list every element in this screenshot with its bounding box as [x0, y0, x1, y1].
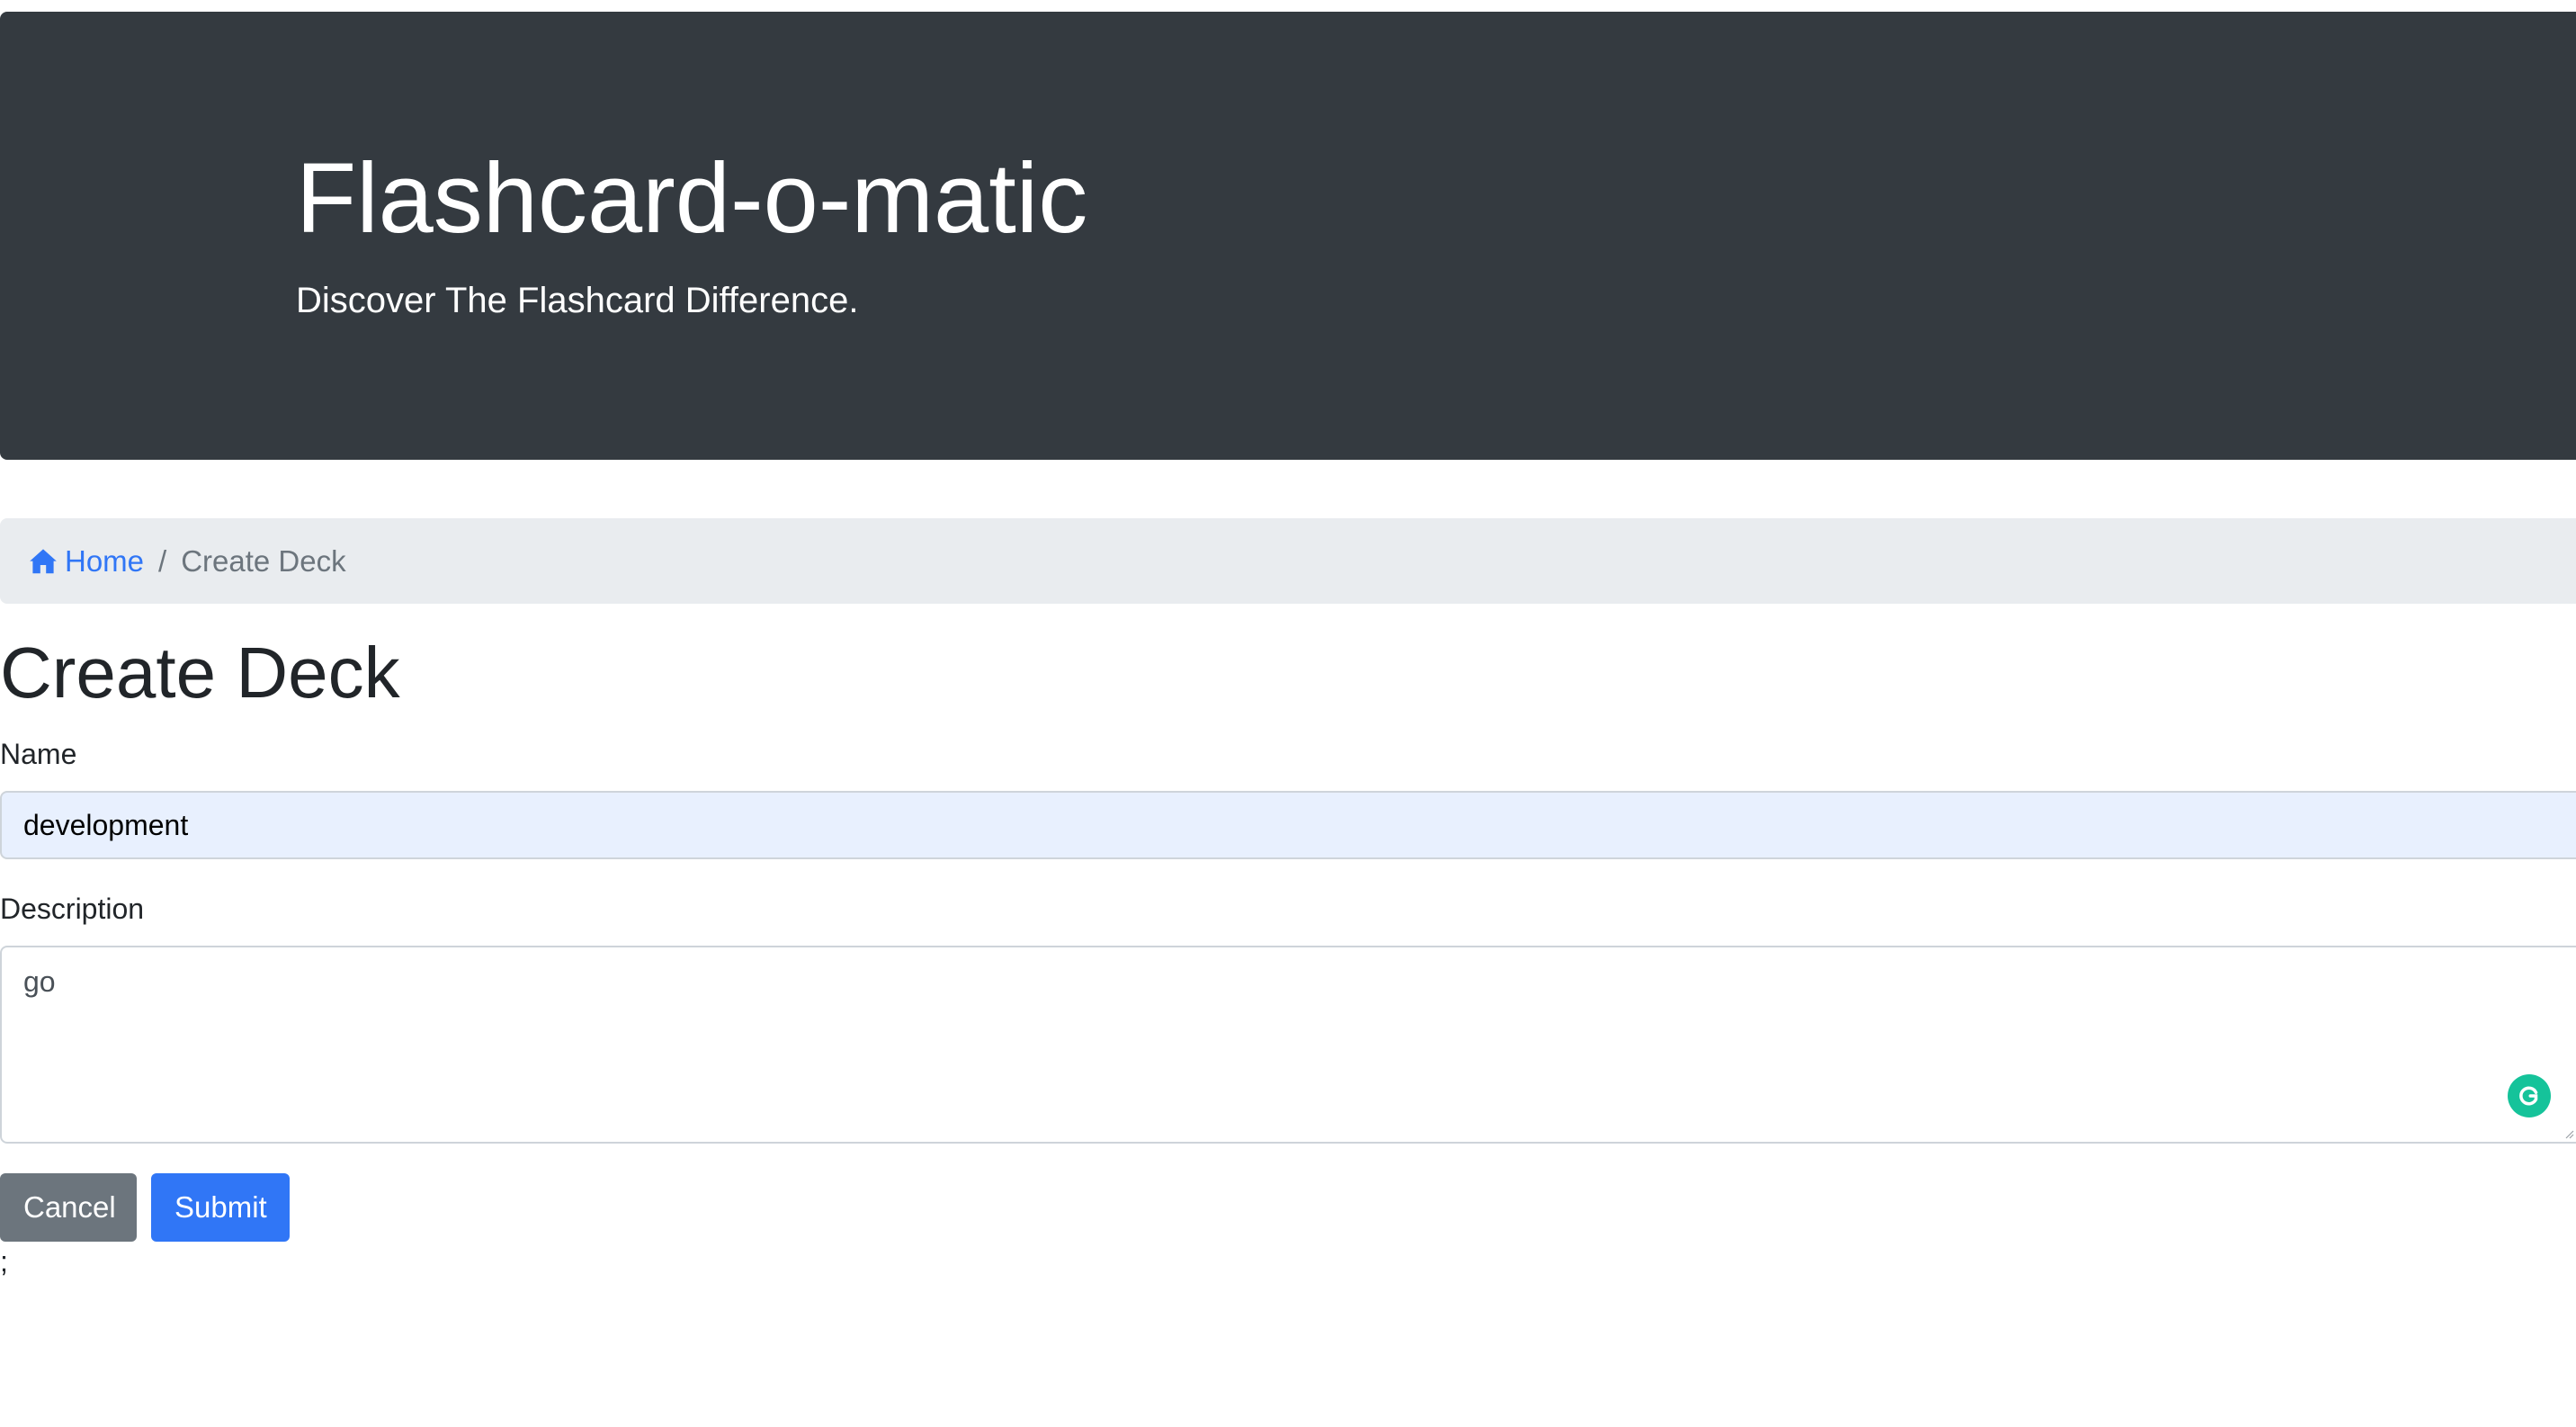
breadcrumb-home-link[interactable]: Home	[29, 544, 144, 579]
site-tagline: Discover The Flashcard Difference.	[296, 281, 859, 320]
site-title: Flashcard-o-matic	[296, 143, 1088, 254]
breadcrumb: Home / Create Deck	[0, 518, 2576, 604]
breadcrumb-current: Create Deck	[181, 543, 346, 578]
breadcrumb-separator: /	[158, 543, 167, 578]
name-label: Name	[0, 738, 77, 770]
description-label: Description	[0, 893, 145, 925]
submit-button[interactable]: Submit	[151, 1173, 290, 1242]
site-header: Flashcard-o-matic Discover The Flashcard…	[0, 12, 2576, 460]
stray-semicolon: ;	[0, 1245, 8, 1278]
textarea-resize-handle[interactable]	[2565, 1130, 2574, 1139]
house-icon	[30, 548, 57, 573]
page-title: Create Deck	[0, 633, 400, 713]
description-textarea[interactable]: go	[0, 946, 2576, 1144]
name-input[interactable]	[0, 791, 2576, 859]
grammarly-icon[interactable]	[2508, 1074, 2551, 1117]
breadcrumb-home-label: Home	[65, 543, 145, 578]
cancel-button[interactable]: Cancel	[0, 1173, 137, 1242]
grammarly-g-glyph	[2519, 1086, 2538, 1106]
